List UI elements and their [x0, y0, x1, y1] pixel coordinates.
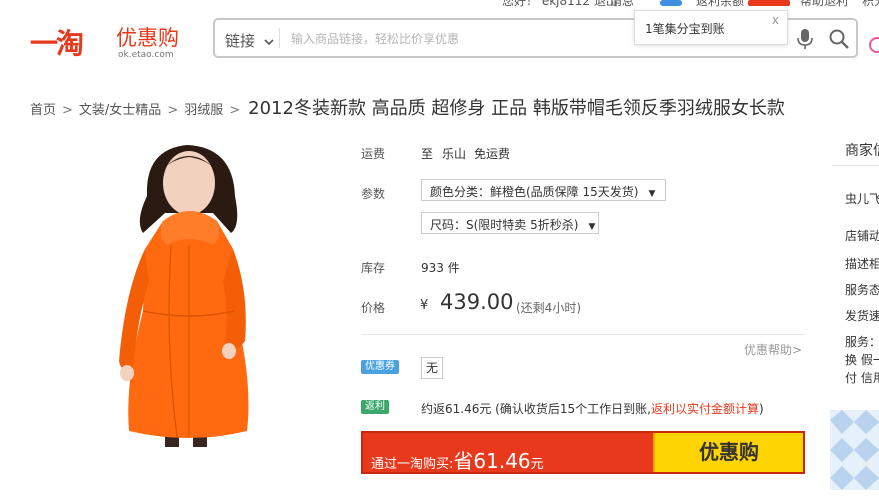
merchant-shop-name[interactable]: 虫儿飞	[845, 190, 879, 207]
breadcrumb-separator: >	[229, 103, 241, 118]
product-photo-illustration	[119, 145, 249, 447]
breadcrumb: 首页 > 文装/女士精品 > 羽绒服 >2012冬装新款 高品质 超修身 正品 韩版带帽毛…	[30, 94, 785, 120]
rebate-suffix: )	[758, 402, 764, 416]
coupon-tag: 优惠券	[361, 360, 399, 374]
merchant-info-title: 商家信	[845, 143, 879, 159]
logo-url: ok.etao.com	[118, 50, 174, 60]
logo-main-text: 一淘	[30, 27, 84, 60]
shipping-fee: 免运费	[474, 147, 511, 161]
rebate-prefix: 约返61.46元 (确认收货后15个工作日到账,	[421, 402, 651, 416]
microphone-icon[interactable]	[797, 28, 813, 50]
price-currency: ¥	[420, 298, 429, 313]
discount-buy-button[interactable]: 优惠购	[653, 433, 803, 472]
merchant-divider	[832, 165, 879, 166]
messages-count-badge	[660, 0, 682, 6]
logo-sub-text: 优惠购	[116, 26, 179, 50]
rebate-tag: 返利	[361, 400, 389, 414]
search-scope-select[interactable]: 链接	[225, 30, 274, 51]
product-title: 2012冬装新款 高品质 超修身 正品 韩版带帽毛领反季羽绒服女长款	[248, 98, 785, 119]
user-greeting[interactable]: 您好！ ekj8112 退出	[502, 0, 618, 8]
product-image[interactable]	[85, 141, 288, 447]
color-select[interactable]: 颜色分类：鲜橙色(品质保障 15天发货) ▼	[421, 179, 666, 201]
shipping-label: 运费	[361, 147, 386, 161]
search-divider	[279, 28, 280, 48]
coupon-value[interactable]: 无	[421, 357, 443, 379]
site-logo[interactable]: 一淘 优惠购 ok.etao.com	[30, 22, 200, 62]
buy-bar-unit: 元	[530, 457, 544, 472]
stock-value: 933 件	[421, 261, 460, 275]
top-status-strip: 您好！ ekj8112 退出 消息 返利余额 帮助退利 积分	[480, 0, 879, 8]
sidebar-ad-image[interactable]	[830, 410, 879, 490]
section-divider	[361, 334, 805, 335]
merchant-row: 发货速	[845, 309, 879, 323]
shipping-city-select[interactable]: 乐山	[442, 145, 466, 162]
points-link[interactable]: 积分	[862, 0, 879, 8]
stock-label: 库存	[361, 261, 386, 275]
rebate-info: 约返61.46元 (确认收货后15个工作日到账,返利以实付金额计算)	[421, 400, 764, 417]
breadcrumb-subcategory[interactable]: 羽绒服	[184, 103, 223, 118]
merchant-service-label: 服务：	[845, 335, 879, 349]
buy-bar-text: 通过一淘购买:省61.46元	[371, 445, 544, 474]
rebate-balance-badge	[748, 0, 790, 6]
size-select-value: 尺码：S(限时特卖 5折秒杀)	[430, 218, 579, 232]
size-select[interactable]: 尺码：S(限时特卖 5折秒杀) ▼	[421, 212, 599, 234]
merchant-row: 店铺动	[845, 229, 879, 243]
merchant-row: 服务态	[845, 283, 879, 297]
rebate-highlight: 返利以实付金额计算	[650, 402, 759, 416]
params-label: 参数	[361, 187, 386, 201]
help-link[interactable]: 帮助退利	[800, 0, 848, 8]
notification-text[interactable]: 1笔集分宝到账	[645, 20, 725, 37]
notification-popup: 1笔集分宝到账 x	[634, 10, 788, 45]
caret-down-icon: ▼	[648, 189, 656, 199]
breadcrumb-home[interactable]: 首页	[30, 103, 56, 118]
merchant-service-line: 换 假一	[845, 353, 879, 367]
messages-link[interactable]: 消息	[610, 0, 634, 8]
search-scope-label: 链接	[225, 32, 256, 50]
breadcrumb-separator: >	[62, 103, 73, 118]
close-icon[interactable]: x	[772, 13, 779, 27]
chevron-down-icon	[264, 39, 274, 46]
rebate-balance-link[interactable]: 返利余额	[696, 0, 744, 8]
breadcrumb-separator: >	[167, 103, 179, 118]
discount-help-link[interactable]: 优惠帮助>	[744, 341, 802, 358]
buy-bar-prefix: 通过一淘购买:	[371, 457, 454, 472]
color-select-value: 颜色分类：鲜橙色(品质保障 15天发货)	[430, 185, 639, 199]
caret-down-icon: ▼	[588, 222, 596, 232]
sidebar-edge-icon[interactable]	[868, 36, 879, 54]
merchant-row: 描述相	[845, 257, 879, 271]
search-icon[interactable]	[828, 28, 850, 50]
price-countdown: (还剩4小时)	[516, 301, 581, 315]
buy-bar-saving: 省61.46	[453, 449, 531, 473]
price-label: 价格	[361, 301, 386, 315]
buy-bar: 通过一淘购买:省61.46元 优惠购	[361, 431, 805, 474]
shipping-to: 至	[421, 147, 434, 161]
price-value: 439.00	[440, 290, 514, 314]
merchant-service-line: 付 信用	[845, 371, 879, 385]
breadcrumb-category[interactable]: 文装/女士精品	[79, 103, 161, 118]
